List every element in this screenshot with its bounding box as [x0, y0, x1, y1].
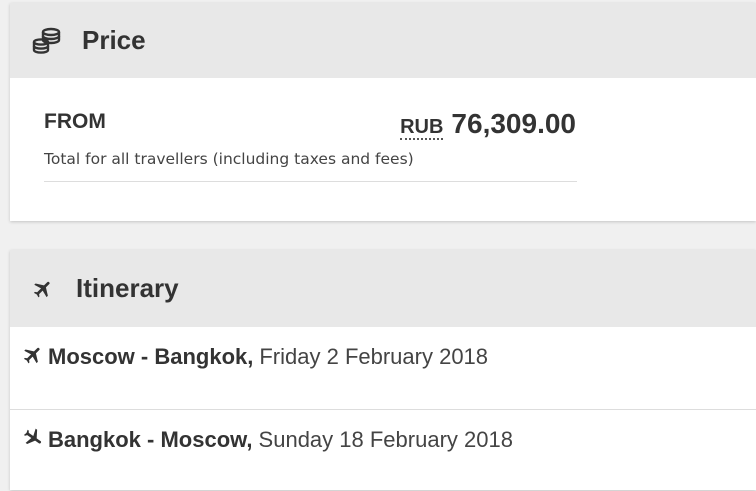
flight-date: Friday 2 February 2018: [259, 344, 489, 369]
divider: [44, 181, 577, 182]
price-body: FROM RUB 76,309.00 Total for all travell…: [10, 78, 756, 221]
flight-row-outbound[interactable]: Moscow - Bangkok, Friday 2 February 2018: [10, 327, 756, 409]
flight-date: Sunday 18 February 2018: [258, 427, 513, 452]
plane-arrive-icon: [22, 427, 44, 449]
flight-row-return[interactable]: Bangkok - Moscow, Sunday 18 February 201…: [10, 409, 756, 491]
flight-route: Bangkok - Moscow,: [48, 427, 253, 452]
currency-code[interactable]: RUB: [400, 116, 444, 140]
itinerary-card: Itinerary Moscow - Bangkok, Friday 2 Feb…: [10, 250, 756, 490]
price-amount: RUB 76,309.00: [400, 108, 576, 140]
price-header: Price: [10, 3, 756, 78]
plane-depart-icon: [22, 344, 44, 366]
itinerary-header: Itinerary: [10, 250, 756, 327]
plane-icon: [32, 278, 54, 300]
price-value: 76,309.00: [451, 108, 576, 139]
from-label: FROM: [44, 110, 106, 133]
price-card: Price FROM RUB 76,309.00 Total for all t…: [10, 3, 756, 221]
price-note: Total for all travellers (including taxe…: [44, 150, 414, 168]
flight-route: Moscow - Bangkok,: [48, 344, 254, 369]
itinerary-title: Itinerary: [76, 273, 179, 303]
coins-icon: [32, 27, 62, 55]
price-title: Price: [82, 25, 146, 55]
